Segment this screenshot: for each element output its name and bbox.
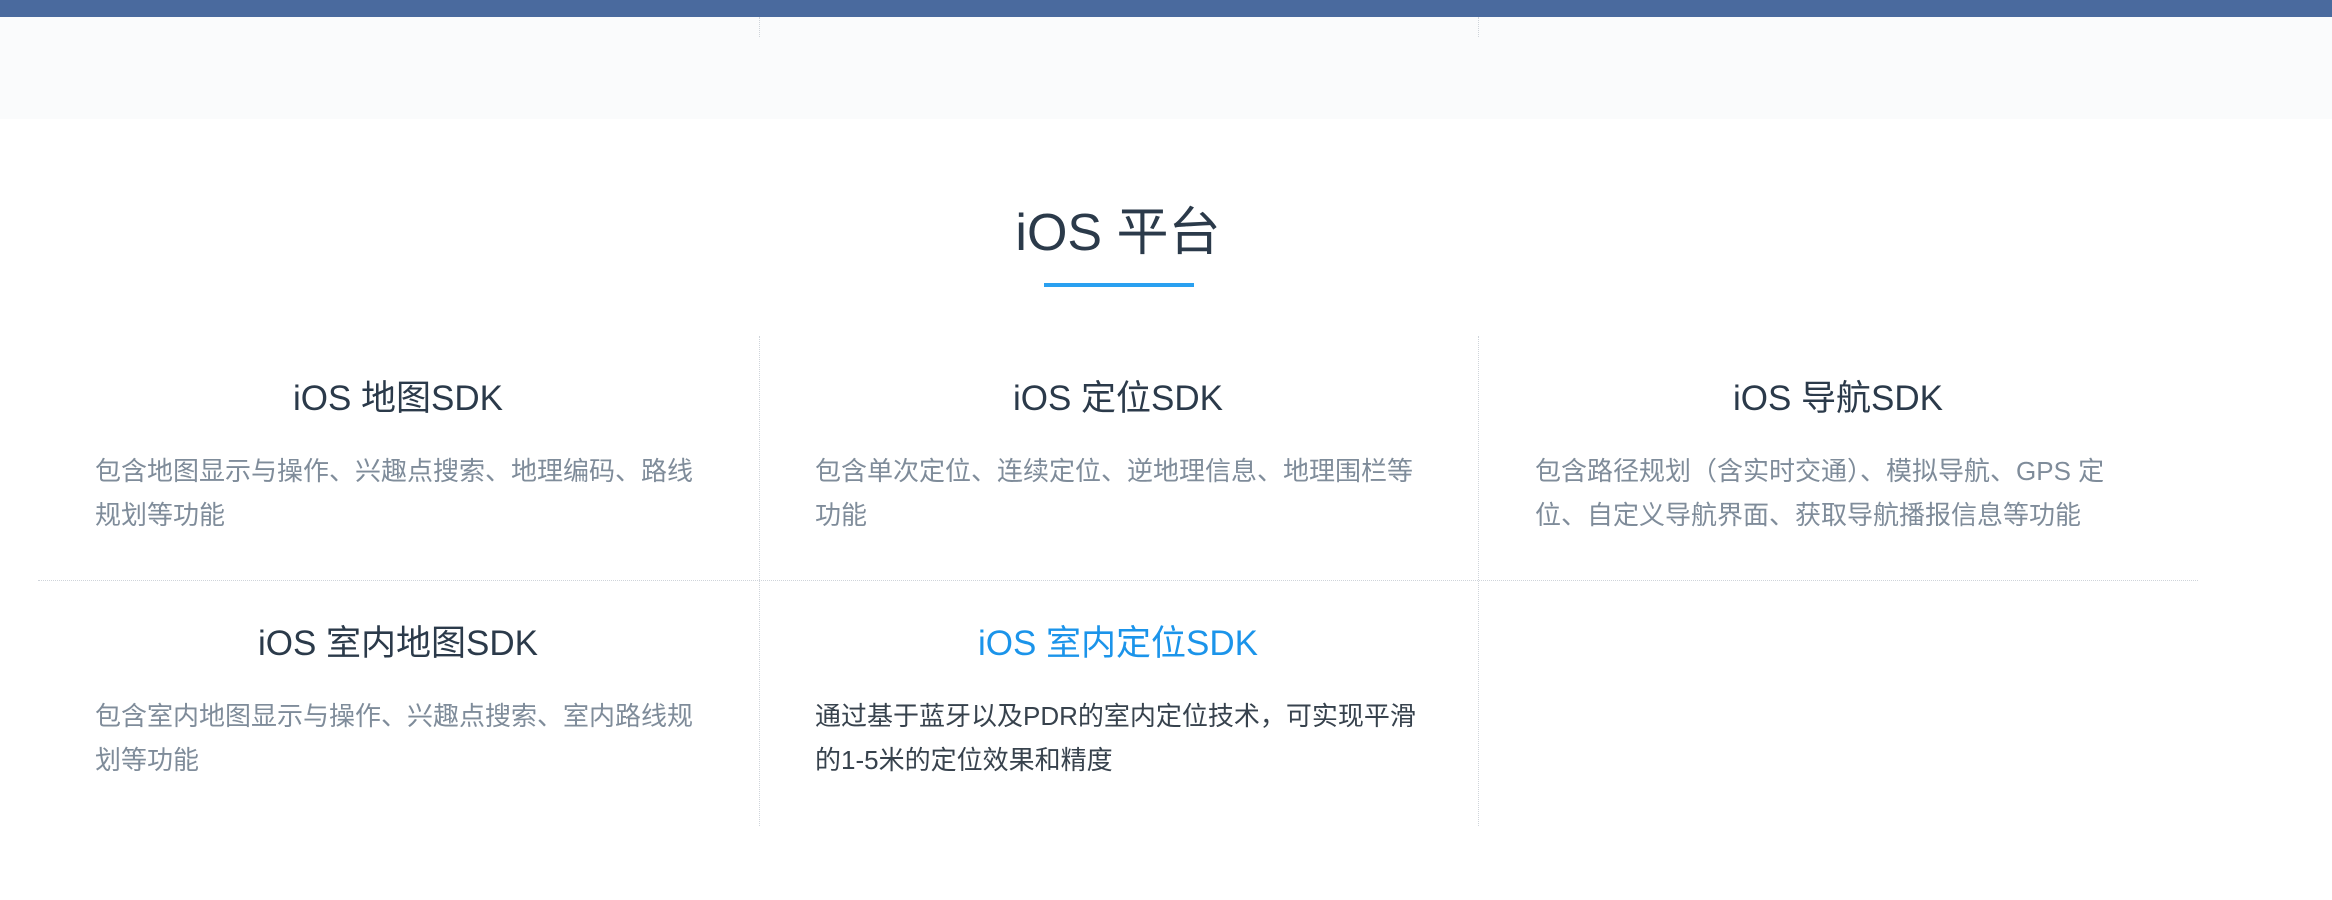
card-title[interactable]: iOS 室内定位SDK (758, 621, 1478, 667)
section-title-underline (1044, 283, 1194, 287)
band-divider (759, 17, 760, 37)
card-ios-location-sdk[interactable]: iOS 定位SDK 包含单次定位、连续定位、逆地理信息、地理围栏等功能 (758, 336, 1478, 581)
card-title[interactable]: iOS 地图SDK (38, 376, 758, 422)
previous-section-band (0, 17, 2332, 119)
card-description: 包含单次定位、连续定位、逆地理信息、地理围栏等功能 (815, 456, 1414, 530)
card-ios-indoor-location-sdk[interactable]: iOS 室内定位SDK 通过基于蓝牙以及PDR的室内定位技术，可实现平滑的1-5… (758, 581, 1478, 826)
card-description: 包含路径规划（含实时交通）、模拟导航、GPS 定位、自定义导航界面、获取导航播报… (1535, 456, 2105, 530)
card-description: 包含室内地图显示与操作、兴趣点搜索、室内路线规划等功能 (95, 701, 694, 775)
card-ios-indoor-map-sdk[interactable]: iOS 室内地图SDK 包含室内地图显示与操作、兴趣点搜索、室内路线规划等功能 (38, 581, 758, 826)
top-nav-bar (0, 0, 2332, 17)
card-description: 包含地图显示与操作、兴趣点搜索、地理编码、路线规划等功能 (95, 456, 694, 530)
card-ios-map-sdk[interactable]: iOS 地图SDK 包含地图显示与操作、兴趣点搜索、地理编码、路线规划等功能 (38, 336, 758, 581)
section-title: iOS 平台 (1015, 204, 1221, 262)
card-description: 通过基于蓝牙以及PDR的室内定位技术，可实现平滑的1-5米的定位效果和精度 (815, 701, 1416, 775)
band-divider (1478, 17, 1479, 37)
card-title[interactable]: iOS 导航SDK (1478, 376, 2198, 422)
card-ios-navigation-sdk[interactable]: iOS 导航SDK 包含路径规划（含实时交通）、模拟导航、GPS 定位、自定义导… (1478, 336, 2198, 581)
card-title[interactable]: iOS 定位SDK (758, 376, 1478, 422)
card-title[interactable]: iOS 室内地图SDK (38, 621, 758, 667)
